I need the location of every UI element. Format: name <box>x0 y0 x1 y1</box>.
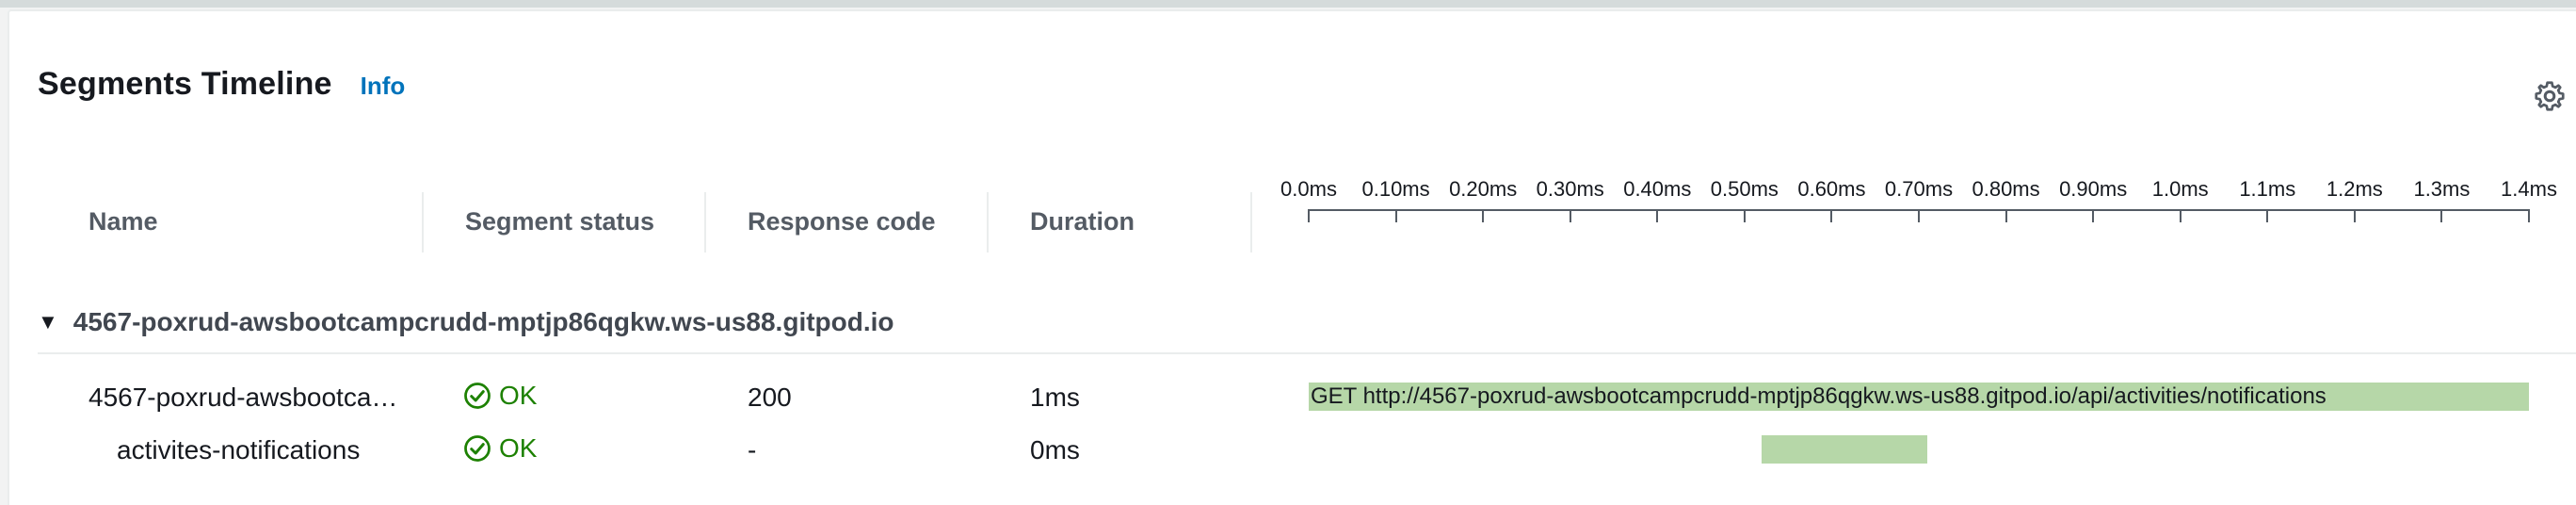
timeline-tick <box>1482 209 1485 222</box>
info-link[interactable]: Info <box>361 72 406 101</box>
timeline-tick-label: 0.10ms <box>1361 177 1430 201</box>
column-header-duration[interactable]: Duration <box>1030 207 1135 236</box>
timeline-tick-label: 0.20ms <box>1449 177 1518 201</box>
duration: 1ms <box>1030 383 1080 412</box>
timeline-bar[interactable]: GET http://4567-poxrud-awsbootcampcrudd-… <box>1309 383 2529 411</box>
timeline-tick-label: 0.50ms <box>1710 177 1779 201</box>
timeline-tick-label: 0.60ms <box>1797 177 1866 201</box>
segment-name[interactable]: 4567-poxrud-awsbootca… <box>89 383 397 413</box>
timeline-bar[interactable] <box>1762 435 1928 464</box>
timeline-tick-label: 0.80ms <box>1972 177 2040 201</box>
timeline-tick-label: 0.90ms <box>2059 177 2128 201</box>
panel-title: Segments Timeline <box>38 66 332 102</box>
status-text: OK <box>499 381 538 410</box>
timeline-tick-label: 1.4ms <box>2501 177 2557 201</box>
timeline-tick <box>2353 209 2356 222</box>
column-divider[interactable] <box>987 192 989 252</box>
column-divider[interactable] <box>1250 192 1252 252</box>
top-border <box>0 0 2576 8</box>
timeline-tick <box>2004 209 2007 222</box>
gear-icon[interactable] <box>2533 79 2567 113</box>
column-divider[interactable] <box>704 192 706 252</box>
panel-header: Segments Timeline Info <box>38 66 405 103</box>
timeline-tick <box>1569 209 1571 222</box>
column-divider[interactable] <box>422 192 424 252</box>
check-circle-icon <box>464 383 491 409</box>
timeline-tick-label: 1.2ms <box>2326 177 2383 201</box>
status-badge: OK <box>463 381 537 411</box>
timeline-tick-label: 0.0ms <box>1280 177 1337 201</box>
timeline-tick <box>1656 209 1659 222</box>
response-code: - <box>748 435 757 464</box>
status-text: OK <box>499 433 538 463</box>
column-header-segment-status[interactable]: Segment status <box>465 207 654 236</box>
timeline-tick <box>1394 209 1397 222</box>
timeline-axis: 0.0ms 0.10ms 0.20ms 0.30ms 0.40ms 0.50ms 0.60m… <box>1280 177 2557 224</box>
column-header-name[interactable]: Name <box>89 207 158 236</box>
column-header-response-code[interactable]: Response code <box>748 207 936 236</box>
trace-group-row[interactable]: ▼ 4567-poxrud-awsbootcampcrudd-mptjp86qg… <box>38 307 894 337</box>
timeline-tick <box>2266 209 2269 222</box>
timeline-tick-label: 1.1ms <box>2239 177 2296 201</box>
timeline-tick <box>2092 209 2095 222</box>
timeline-tick <box>1743 209 1746 222</box>
timeline-tick-label: 0.30ms <box>1536 177 1604 201</box>
segment-name[interactable]: activites-notifications <box>117 435 360 465</box>
timeline-tick-label: 1.3ms <box>2413 177 2471 201</box>
caret-down-icon[interactable]: ▼ <box>38 310 58 334</box>
row-divider <box>38 352 2576 354</box>
timeline-tick <box>2528 209 2530 222</box>
timeline-bar-label: GET http://4567-poxrud-awsbootcampcrudd-… <box>1311 383 2326 409</box>
timeline-tick <box>1830 209 1833 222</box>
status-badge: OK <box>463 433 537 464</box>
timeline-tick-label: 0.40ms <box>1623 177 1692 201</box>
timeline-tick <box>2440 209 2443 222</box>
timeline-tick <box>1918 209 1920 222</box>
duration: 0ms <box>1030 435 1080 464</box>
timeline-tick <box>1308 209 1310 222</box>
timeline-tick <box>2179 209 2182 222</box>
trace-group-name: 4567-poxrud-awsbootcampcrudd-mptjp86qgkw… <box>72 307 894 336</box>
timeline-tick-label: 0.70ms <box>1884 177 1954 201</box>
check-circle-icon <box>464 435 491 462</box>
response-code: 200 <box>748 383 792 412</box>
timeline-tick-label: 1.0ms <box>2151 177 2209 201</box>
